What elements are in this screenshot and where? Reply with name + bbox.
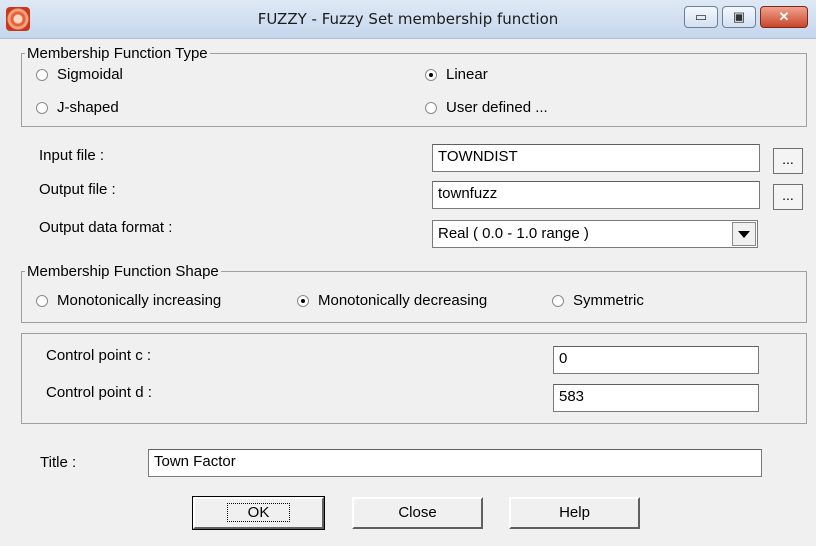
radio-button-icon <box>36 101 48 114</box>
output-file-browse-button[interactable]: ... <box>773 184 803 210</box>
title-bar[interactable]: FUZZY - Fuzzy Set membership function ▭ … <box>0 0 816 39</box>
radio-button-selected-icon <box>425 68 437 81</box>
control-point-c-label: Control point c : <box>46 347 152 364</box>
membership-type-group: Membership Function Type <box>21 45 807 127</box>
radio-label: Monotonically decreasing <box>318 292 488 309</box>
output-format-label: Output data format : <box>39 219 173 236</box>
membership-shape-legend: Membership Function Shape <box>27 263 219 280</box>
title-field[interactable]: Town Factor <box>148 449 762 477</box>
radio-button-selected-icon <box>297 294 309 307</box>
membership-type-legend: Membership Function Type <box>27 45 208 62</box>
radio-monotonically-increasing[interactable]: Monotonically increasing <box>36 292 221 309</box>
chevron-down-icon <box>738 230 750 238</box>
radio-label: User defined ... <box>446 99 548 116</box>
radio-label: Monotonically increasing <box>57 292 222 309</box>
radio-button-icon <box>36 68 48 81</box>
close-button[interactable]: Close <box>352 497 483 529</box>
output-format-value: Real ( 0.0 - 1.0 range ) <box>438 225 589 242</box>
radio-label: Symmetric <box>573 292 644 309</box>
close-window-button[interactable]: ✕ <box>760 6 808 28</box>
radio-symmetric[interactable]: Symmetric <box>552 292 644 309</box>
radio-label: Linear <box>446 66 488 83</box>
radio-linear[interactable]: Linear <box>425 66 488 83</box>
title-label: Title : <box>40 454 77 471</box>
dialog-window: FUZZY - Fuzzy Set membership function ▭ … <box>0 0 816 546</box>
control-point-d-field[interactable]: 583 <box>553 384 759 412</box>
minimize-button[interactable]: ▭ <box>684 6 718 28</box>
ok-button[interactable]: OK <box>192 496 325 530</box>
radio-button-icon <box>425 101 437 114</box>
radio-button-icon <box>36 294 48 307</box>
radio-label: J-shaped <box>57 99 119 116</box>
radio-button-icon <box>552 294 564 307</box>
dropdown-arrow-button[interactable] <box>732 222 756 246</box>
radio-sigmoidal[interactable]: Sigmoidal <box>36 66 123 83</box>
radio-monotonically-decreasing[interactable]: Monotonically decreasing <box>297 292 487 309</box>
ok-button-label: OK <box>226 503 291 522</box>
input-file-browse-button[interactable]: ... <box>773 148 803 174</box>
input-file-field[interactable]: TOWNDIST <box>432 144 760 172</box>
control-point-c-field[interactable]: 0 <box>553 346 759 374</box>
output-format-select[interactable]: Real ( 0.0 - 1.0 range ) <box>432 220 758 248</box>
output-file-field[interactable]: townfuzz <box>432 181 760 209</box>
help-button[interactable]: Help <box>509 497 640 529</box>
output-file-label: Output file : <box>39 181 116 198</box>
radio-label: Sigmoidal <box>57 66 123 83</box>
radio-j-shaped[interactable]: J-shaped <box>36 99 119 116</box>
input-file-label: Input file : <box>39 147 105 164</box>
maximize-button[interactable]: ▣ <box>722 6 756 28</box>
control-point-d-label: Control point d : <box>46 384 152 401</box>
radio-user-defined[interactable]: User defined ... <box>425 99 548 116</box>
